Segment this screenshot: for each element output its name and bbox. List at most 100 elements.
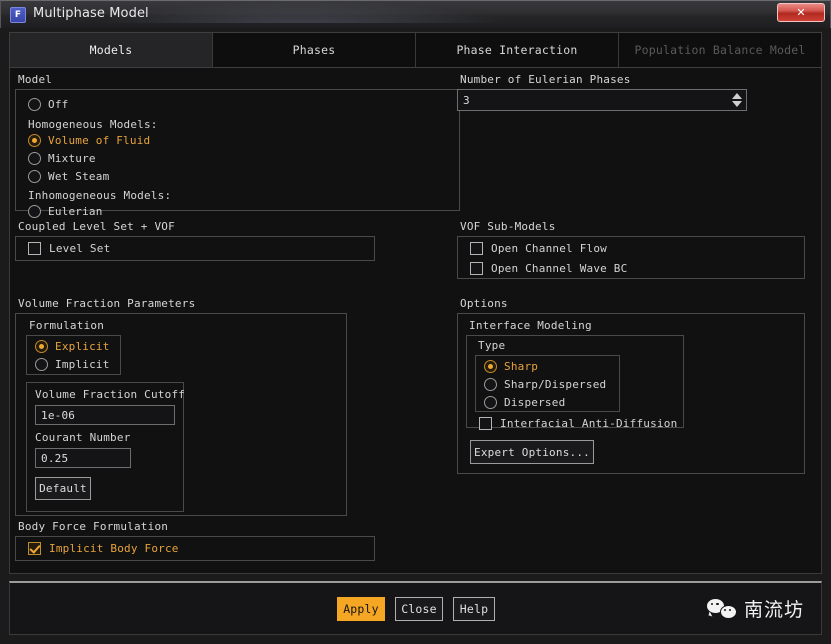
body-force-formulation-group: Body Force Formulation Implicit Body For… (15, 521, 375, 561)
body-force-formulation-frame: Implicit Body Force (15, 536, 375, 561)
tab-population-balance-model: Population Balance Model (619, 33, 821, 67)
close-dialog-button[interactable]: Close (395, 597, 443, 621)
formulation-label: Formulation (29, 319, 104, 332)
interface-type-frame: Sharp Sharp/Dispersed Dispersed (475, 355, 620, 412)
homogeneous-models-header: Homogeneous Models: (28, 118, 158, 131)
fluent-app-icon: F (10, 7, 26, 23)
checkbox-interfacial-anti-diffusion-label: Interfacial Anti-Diffusion (500, 417, 677, 430)
coupled-level-set-label: Coupled Level Set + VOF (18, 220, 175, 233)
radio-implicit-label: Implicit (55, 358, 110, 371)
interface-type-label: Type (478, 339, 505, 352)
checkbox-level-set-label: Level Set (49, 242, 110, 255)
watermark-text: 南流坊 (744, 595, 804, 622)
checkbox-interfacial-anti-diffusion[interactable]: Interfacial Anti-Diffusion (479, 417, 677, 430)
coupled-level-set-group: Coupled Level Set + VOF Level Set (15, 221, 375, 261)
interface-modeling-label: Interface Modeling (469, 319, 592, 332)
checkbox-open-channel-flow-label: Open Channel Flow (491, 242, 607, 255)
number-of-eulerian-phases-spinner[interactable]: 3 (457, 89, 747, 111)
close-window-button[interactable]: ✕ (777, 3, 825, 22)
spinner-buttons[interactable] (728, 90, 746, 110)
interface-modeling-frame: Type Sharp Sharp/Dispersed (466, 335, 684, 428)
model-group-label: Model (18, 73, 52, 86)
vof-sub-models-group: VOF Sub-Models Open Channel Flow Open Ch… (457, 221, 805, 279)
radio-implicit-indicator (35, 358, 48, 371)
radio-eulerian-indicator (28, 205, 41, 218)
vof-sub-models-label: VOF Sub-Models (460, 220, 556, 233)
radio-off[interactable]: Off (28, 98, 68, 111)
volume-fraction-cutoff-label: Volume Fraction Cutoff (35, 388, 185, 401)
volume-fraction-cutoff-input[interactable]: 1e-06 (35, 405, 175, 425)
radio-volume-of-fluid[interactable]: Volume of Fluid (28, 134, 150, 147)
checkbox-level-set-indicator (28, 242, 41, 255)
checkbox-open-channel-wave-bc-indicator (470, 262, 483, 275)
interface-modeling-group: Interface Modeling Type Sharp (466, 320, 684, 428)
models-tab-panel: Model Off Homogeneous Models: Volume of … (9, 68, 822, 574)
volume-fraction-parameters-label: Volume Fraction Parameters (18, 297, 195, 310)
checkbox-level-set[interactable]: Level Set (28, 242, 110, 255)
formulation-frame: Explicit Implicit (26, 335, 121, 375)
radio-explicit[interactable]: Explicit (35, 340, 110, 353)
number-of-eulerian-phases-frame: 3 (457, 89, 805, 114)
dialog-footer: Apply Close Help 南流坊 (9, 581, 822, 635)
checkbox-open-channel-wave-bc-label: Open Channel Wave BC (491, 262, 627, 275)
checkbox-implicit-body-force-label: Implicit Body Force (49, 542, 179, 555)
spinner-down-icon[interactable] (732, 101, 742, 107)
checkbox-implicit-body-force-indicator (28, 542, 41, 555)
number-of-eulerian-phases-group: Number of Eulerian Phases 3 (457, 74, 805, 114)
radio-volume-of-fluid-label: Volume of Fluid (48, 134, 150, 147)
window-title: Multiphase Model (33, 6, 149, 21)
tab-phase-interaction[interactable]: Phase Interaction (416, 33, 619, 67)
default-button[interactable]: Default (35, 477, 91, 500)
radio-eulerian-label: Eulerian (48, 205, 103, 218)
tab-phases[interactable]: Phases (213, 33, 416, 67)
apply-button[interactable]: Apply (337, 597, 385, 621)
interface-type-group: Type Sharp Sharp/Dispersed (475, 340, 620, 412)
tab-models[interactable]: Models (10, 33, 213, 67)
radio-volume-of-fluid-indicator (28, 134, 41, 147)
options-label: Options (460, 297, 508, 310)
checkbox-open-channel-wave-bc[interactable]: Open Channel Wave BC (470, 262, 627, 275)
cutoff-courant-frame: Volume Fraction Cutoff 1e-06 Courant Num… (26, 382, 184, 512)
radio-explicit-label: Explicit (55, 340, 110, 353)
multiphase-model-dialog: F Multiphase Model ✕ Models Phases Phase… (0, 0, 831, 644)
radio-mixture[interactable]: Mixture (28, 152, 96, 165)
radio-dispersed-indicator (484, 396, 497, 409)
radio-sharp-dispersed-label: Sharp/Dispersed (504, 378, 606, 391)
courant-number-label: Courant Number (35, 431, 131, 444)
radio-sharp-dispersed[interactable]: Sharp/Dispersed (484, 378, 606, 391)
courant-number-input[interactable]: 0.25 (35, 448, 131, 468)
radio-sharp-dispersed-indicator (484, 378, 497, 391)
volume-fraction-parameters-frame: Formulation Explicit Implicit (15, 313, 347, 516)
coupled-level-set-frame: Level Set (15, 236, 375, 261)
checkbox-open-channel-flow[interactable]: Open Channel Flow (470, 242, 607, 255)
number-of-eulerian-phases-label: Number of Eulerian Phases (460, 73, 631, 86)
radio-off-indicator (28, 98, 41, 111)
cutoff-courant-subgroup: Volume Fraction Cutoff 1e-06 Courant Num… (26, 382, 184, 512)
radio-implicit[interactable]: Implicit (35, 358, 110, 371)
wechat-icon (707, 598, 737, 620)
help-button[interactable]: Help (453, 597, 495, 621)
radio-wet-steam[interactable]: Wet Steam (28, 170, 109, 183)
radio-mixture-label: Mixture (48, 152, 96, 165)
radio-eulerian[interactable]: Eulerian (28, 205, 103, 218)
title-bar: F Multiphase Model ✕ (0, 0, 831, 28)
inhomogeneous-models-header: Inhomogeneous Models: (28, 189, 171, 202)
checkbox-open-channel-flow-indicator (470, 242, 483, 255)
spinner-up-icon[interactable] (732, 93, 742, 99)
radio-mixture-indicator (28, 152, 41, 165)
model-group: Model Off Homogeneous Models: Volume of … (15, 74, 460, 211)
vof-sub-models-frame: Open Channel Flow Open Channel Wave BC (457, 236, 805, 279)
radio-sharp-label: Sharp (504, 360, 538, 373)
checkbox-implicit-body-force[interactable]: Implicit Body Force (28, 542, 179, 555)
radio-dispersed[interactable]: Dispersed (484, 396, 565, 409)
radio-sharp-indicator (484, 360, 497, 373)
tab-strip: Models Phases Phase Interaction Populati… (9, 32, 822, 68)
radio-explicit-indicator (35, 340, 48, 353)
radio-wet-steam-indicator (28, 170, 41, 183)
radio-sharp[interactable]: Sharp (484, 360, 538, 373)
volume-fraction-parameters-group: Volume Fraction Parameters Formulation E… (15, 298, 347, 516)
radio-dispersed-label: Dispersed (504, 396, 565, 409)
expert-options-button[interactable]: Expert Options... (470, 440, 594, 464)
model-group-frame: Off Homogeneous Models: Volume of Fluid … (15, 89, 460, 211)
radio-wet-steam-label: Wet Steam (48, 170, 109, 183)
